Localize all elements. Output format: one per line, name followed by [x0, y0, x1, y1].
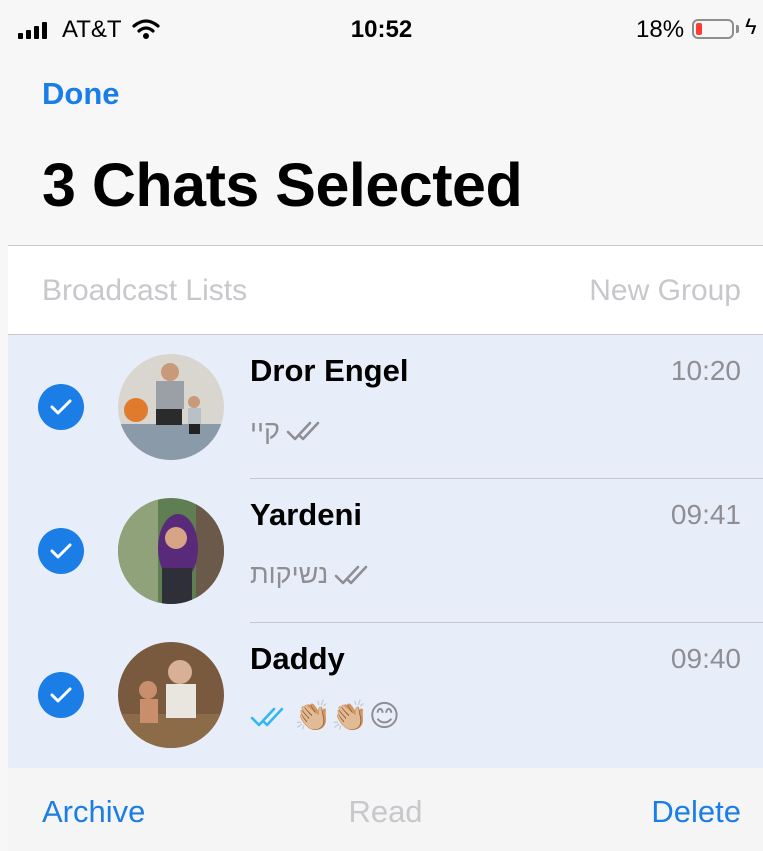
new-group-link[interactable]: New Group: [589, 274, 741, 308]
bottom-toolbar: Read Archive Delete: [8, 768, 763, 851]
selected-check-icon[interactable]: [38, 672, 84, 718]
page-title: 3 Chats Selected: [42, 151, 523, 219]
archive-button[interactable]: Archive: [42, 794, 145, 830]
chat-name: Yardeni: [250, 497, 362, 532]
avatar: [118, 642, 224, 748]
charging-bolt-icon: ϟ: [745, 14, 757, 39]
double-check-icon: [334, 565, 368, 584]
avatar: [118, 354, 224, 460]
chat-preview: נשיקות: [250, 559, 372, 590]
chat-name: Daddy: [250, 641, 345, 676]
actions-row: Broadcast Lists New Group: [8, 246, 763, 334]
chat-list: Dror Engel 10:20 קיי Yardeni 09:41 נשיקו…: [8, 335, 763, 768]
battery-level-fill: [696, 23, 702, 35]
battery-tip: [736, 25, 739, 33]
battery-icon: [692, 19, 734, 39]
preview-text: נשיקות: [250, 559, 329, 589]
preview-text: קיי: [250, 415, 280, 445]
chat-time: 10:20: [670, 355, 741, 386]
double-check-read-icon: [250, 707, 284, 726]
chat-row-dror-engel[interactable]: Dror Engel 10:20 קיי: [8, 335, 763, 479]
status-bar: AT&T 10:52 18% ϟ: [0, 0, 763, 60]
chat-row-yardeni[interactable]: Yardeni 09:41 נשיקות: [8, 479, 763, 623]
chat-preview: קיי: [250, 415, 324, 446]
selected-check-icon[interactable]: [38, 528, 84, 574]
selected-check-icon[interactable]: [38, 384, 84, 430]
chat-time: 09:41: [670, 499, 741, 530]
delete-button[interactable]: Delete: [651, 794, 741, 830]
chat-preview: 👏🏼👏🏼😊: [250, 699, 400, 734]
chat-name: Dror Engel: [250, 353, 409, 388]
chat-row-daddy[interactable]: Daddy 09:40 👏🏼👏🏼😊: [8, 623, 763, 767]
avatar: [118, 498, 224, 604]
preview-text: 👏🏼👏🏼😊: [294, 700, 400, 733]
double-check-icon: [286, 421, 320, 440]
chat-time: 09:40: [670, 643, 741, 674]
done-button[interactable]: Done: [42, 76, 120, 112]
battery-percent: 18%: [636, 16, 685, 43]
app-screen: AT&T 10:52 18% ϟ Done 3 Chats Selected B…: [0, 0, 763, 851]
broadcast-lists-link[interactable]: Broadcast Lists: [42, 274, 247, 308]
